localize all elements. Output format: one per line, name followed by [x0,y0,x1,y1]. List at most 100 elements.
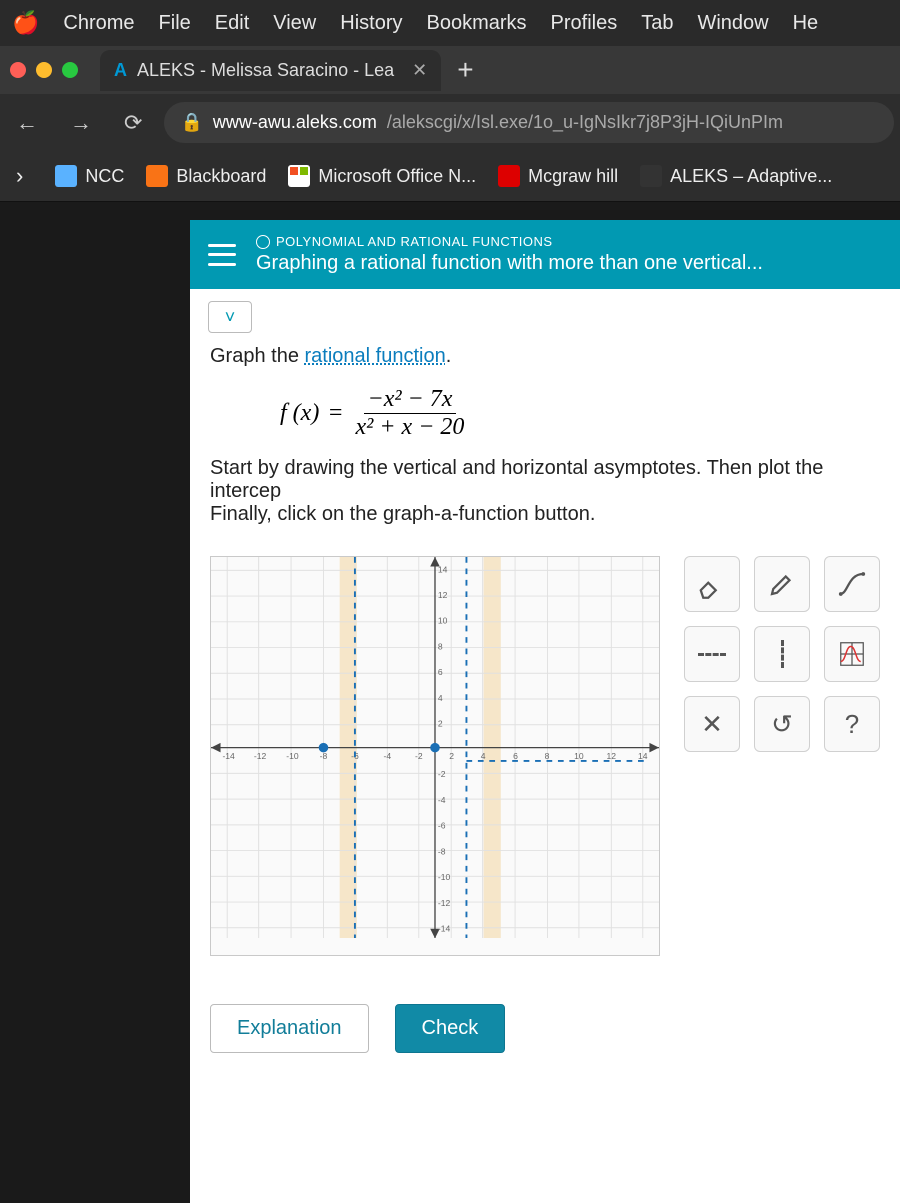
svg-text:6: 6 [438,667,443,677]
browser-toolbar: ← → ⟳ 🔒 www-awu.aleks.com /alekscgi/x/Is… [0,94,900,151]
bookmark-label: Microsoft Office N... [318,166,476,187]
svg-text:12: 12 [607,751,617,761]
graph-svg: 14 12 10 8 6 4 2 -2 -4 -6 -8 -10 -12 -14 -14 -12 -10 -8… [211,557,659,938]
menubar-item[interactable]: Tab [641,12,673,35]
clear-tool[interactable]: ✕ [684,696,740,752]
close-tab-icon[interactable]: ✕ [412,60,427,81]
graph-function-tool[interactable] [824,626,880,682]
menubar-item[interactable]: Profiles [551,12,618,35]
svg-text:2: 2 [438,719,443,729]
svg-text:-6: -6 [438,821,446,831]
curve-tool[interactable] [824,556,880,612]
menubar-item[interactable]: History [340,12,402,35]
svg-text:14: 14 [438,564,448,574]
new-tab-button[interactable]: + [443,54,487,86]
bookmark-label: ALEKS – Adaptive... [670,166,832,187]
apple-icon[interactable]: 🍎 [12,10,39,36]
bookmark-item[interactable]: Microsoft Office N... [288,165,476,187]
macos-menubar: 🍎 Chrome File Edit View History Bookmark… [0,0,900,46]
bookmark-label: Blackboard [176,166,266,187]
svg-text:4: 4 [438,693,443,703]
svg-text:-10: -10 [438,872,451,882]
topic-header: POLYNOMIAL AND RATIONAL FUNCTIONS Graphi… [190,220,900,289]
eraser-tool[interactable] [684,556,740,612]
svg-text:14: 14 [638,751,648,761]
svg-text:2: 2 [449,751,454,761]
function-formula: f (x) = −x² − 7x x² + x − 20 [190,368,900,455]
tab-title: ALEKS - Melissa Saracino - Lea [137,60,394,81]
svg-text:-12: -12 [254,751,267,761]
svg-text:12: 12 [438,590,448,600]
menubar-item[interactable]: Edit [215,12,249,35]
menubar-item[interactable]: File [159,12,191,35]
reload-button[interactable]: ⟳ [114,106,152,140]
check-button[interactable]: Check [395,1004,506,1053]
glossary-link[interactable]: rational function [305,345,446,367]
explanation-button[interactable]: Explanation [210,1004,369,1053]
pen-tool[interactable] [754,556,810,612]
svg-text:8: 8 [438,641,443,651]
url-path: /alekscgi/x/Isl.exe/1o_u-IgNsIkr7j8P3jH-… [387,112,783,133]
bookmark-favicon [640,165,662,187]
mouse-cursor-icon: ➤ [310,1144,332,1175]
reset-tool[interactable]: ↺ [754,696,810,752]
menubar-app-name[interactable]: Chrome [63,12,134,35]
svg-text:10: 10 [574,751,584,761]
menubar-item[interactable]: Window [697,12,768,35]
svg-text:-12: -12 [438,898,451,908]
bookmark-favicon [498,165,520,187]
bookmark-item[interactable]: ALEKS – Adaptive... [640,165,832,187]
menubar-item[interactable]: View [273,12,316,35]
glossary-link[interactable]: asymptotes [594,457,696,479]
bookmark-item[interactable]: Blackboard [146,165,266,187]
action-buttons: Explanation Check [190,976,900,1081]
close-window-button[interactable] [10,62,26,78]
browser-tabstrip: A ALEKS - Melissa Saracino - Lea ✕ + [0,46,900,94]
chevron-right-icon[interactable]: › [6,159,33,193]
menubar-item[interactable]: Bookmarks [426,12,526,35]
svg-text:10: 10 [438,616,448,626]
browser-tab[interactable]: A ALEKS - Melissa Saracino - Lea ✕ [100,50,441,91]
bookmark-label: NCC [85,166,124,187]
page-viewport: POLYNOMIAL AND RATIONAL FUNCTIONS Graphi… [190,220,900,1200]
svg-text:-2: -2 [415,751,423,761]
forward-button[interactable]: → [60,106,102,140]
menu-icon[interactable] [208,244,236,266]
lock-icon: 🔒 [180,112,202,133]
horizontal-asymptote-tool[interactable] [684,626,740,682]
bookmark-item[interactable]: NCC [55,165,124,187]
bookmark-favicon [288,165,310,187]
formula-denominator: x² + x − 20 [352,414,469,441]
tab-favicon: A [114,60,127,81]
topic-category: POLYNOMIAL AND RATIONAL FUNCTIONS [256,234,763,249]
svg-text:-8: -8 [438,846,446,856]
svg-text:-4: -4 [438,795,446,805]
menubar-item[interactable]: He [793,12,819,35]
zoom-window-button[interactable] [62,62,78,78]
svg-text:-14: -14 [222,751,235,761]
help-tool[interactable]: ? [824,696,880,752]
svg-text:-10: -10 [286,751,299,761]
vertical-asymptote-tool[interactable] [754,626,810,682]
bookmark-label: Mcgraw hill [528,166,618,187]
svg-text:-2: -2 [438,769,446,779]
topic-title: Graphing a rational function with more t… [256,252,763,275]
svg-text:6: 6 [513,751,518,761]
instructions: Start by drawing the vertical and horizo… [190,455,900,544]
back-button[interactable]: ← [6,106,48,140]
address-bar[interactable]: 🔒 www-awu.aleks.com /alekscgi/x/Isl.exe/… [164,102,894,143]
formula-numerator: −x² − 7x [364,386,457,414]
graph-toolbox: ✕ ↺ ? [684,556,880,752]
step-dropdown[interactable]: ˅ [208,301,252,333]
svg-text:-14: -14 [438,924,451,934]
bookmark-favicon [146,165,168,187]
bookmark-favicon [55,165,77,187]
svg-text:8: 8 [545,751,550,761]
svg-text:4: 4 [481,751,486,761]
svg-text:-8: -8 [320,751,328,761]
minimize-window-button[interactable] [36,62,52,78]
question-prompt: Graph the rational function. [190,345,900,368]
bookmark-item[interactable]: Mcgraw hill [498,165,618,187]
progress-circle-icon [256,235,270,249]
graph-canvas[interactable]: 14 12 10 8 6 4 2 -2 -4 -6 -8 -10 -12 -14 -14 -12 -10 -8… [210,556,660,956]
